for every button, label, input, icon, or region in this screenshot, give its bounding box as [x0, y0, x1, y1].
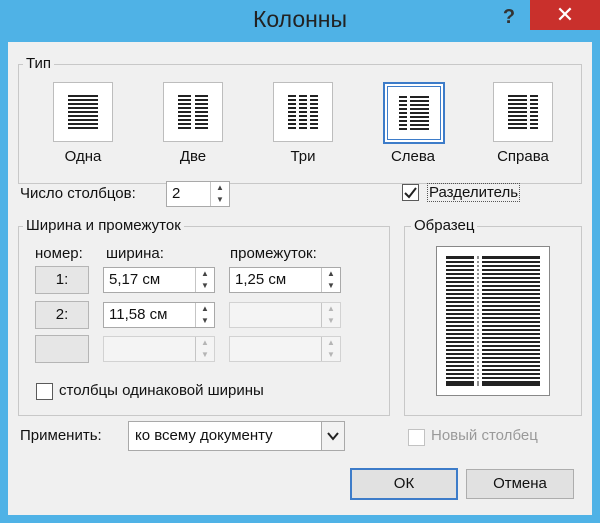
sample-preview [436, 246, 550, 396]
num-columns-spinner[interactable]: 2 ▲ ▼ [166, 181, 230, 207]
left-columns-icon [399, 96, 429, 130]
column-number-2: 2: [35, 301, 89, 329]
spin-down-icon: ▼ [201, 350, 209, 359]
separator-checkbox[interactable] [402, 184, 419, 201]
preset-two-button[interactable] [163, 82, 223, 142]
spacing-3-spinner: ▲ ▼ [229, 336, 341, 362]
apply-value: ко всему документу [135, 427, 273, 444]
separator-label: Разделитель [427, 183, 521, 202]
help-button[interactable]: ? [494, 4, 524, 30]
spin-up-icon: ▲ [327, 304, 335, 313]
spin-up-icon[interactable]: ▲ [196, 268, 214, 280]
num-columns-arrows: ▲ ▼ [210, 182, 229, 206]
spin-up-icon: ▲ [201, 338, 209, 347]
apply-label: Применить: [20, 427, 102, 444]
preset-left-label: Слева [390, 148, 436, 165]
spin-up-icon[interactable]: ▲ [322, 268, 340, 280]
width-1-spinner[interactable]: 5,17 см ▲ ▼ [103, 267, 215, 293]
new-column-checkbox [408, 429, 425, 446]
new-column-label: Новый столбец [431, 427, 538, 444]
preset-three-label: Три [290, 148, 316, 165]
spin-down-icon: ▼ [327, 350, 335, 359]
spin-down-icon[interactable]: ▼ [196, 315, 214, 327]
one-column-icon [68, 95, 98, 129]
columns-dialog: Колонны ? ✕ Тип Одна Две Три Слева Справ… [0, 0, 600, 523]
width-spacing-legend: Ширина и промежуток [23, 217, 184, 234]
two-columns-icon [178, 95, 208, 129]
close-button[interactable]: ✕ [530, 0, 600, 30]
preset-one-label: Одна [64, 148, 102, 165]
dialog-body: Тип Одна Две Три Слева Справа Число стол… [8, 42, 592, 515]
spacing-header: промежуток: [230, 245, 317, 262]
ok-button[interactable]: ОК [350, 468, 458, 500]
type-group-legend: Тип [23, 55, 55, 72]
spacing-2-arrows: ▲ ▼ [321, 303, 340, 327]
spin-down-icon[interactable]: ▼ [211, 194, 229, 206]
sample-preview-icon [446, 256, 541, 386]
equal-width-checkbox[interactable] [36, 383, 53, 400]
width-1-arrows: ▲ ▼ [195, 268, 214, 292]
width-3-arrows: ▲ ▼ [195, 337, 214, 361]
spacing-2-spinner: ▲ ▼ [229, 302, 341, 328]
preset-left-button[interactable] [383, 82, 445, 144]
width-2-spinner[interactable]: 11,58 см ▲ ▼ [103, 302, 215, 328]
spin-up-icon[interactable]: ▲ [196, 303, 214, 315]
spin-up-icon[interactable]: ▲ [211, 182, 229, 194]
column-number-3 [35, 335, 89, 363]
preset-one-button[interactable] [53, 82, 113, 142]
num-columns-value: 2 [172, 185, 181, 202]
column-number-1: 1: [35, 266, 89, 294]
width-2-value: 11,58 см [109, 306, 168, 323]
spacing-1-value: 1,25 см [235, 271, 287, 288]
right-columns-icon [508, 95, 538, 129]
checkmark-icon [404, 187, 417, 199]
equal-width-label: столбцы одинаковой ширины [59, 382, 264, 399]
chevron-down-icon [327, 432, 339, 441]
preset-two-label: Две [179, 148, 207, 165]
dropdown-button[interactable] [321, 422, 344, 450]
width-header: ширина: [106, 245, 164, 262]
width-1-value: 5,17 см [109, 271, 161, 288]
three-columns-icon [288, 95, 318, 129]
spin-down-icon[interactable]: ▼ [196, 280, 214, 292]
sample-legend: Образец [411, 217, 478, 234]
spacing-1-spinner[interactable]: 1,25 см ▲ ▼ [229, 267, 341, 293]
preset-right-label: Справа [497, 148, 549, 165]
num-columns-label: Число столбцов: [20, 185, 136, 202]
preset-three-button[interactable] [273, 82, 333, 142]
spin-down-icon[interactable]: ▼ [322, 280, 340, 292]
width-2-arrows: ▲ ▼ [195, 303, 214, 327]
spacing-3-arrows: ▲ ▼ [321, 337, 340, 361]
spin-up-icon: ▲ [327, 338, 335, 347]
spacing-1-arrows: ▲ ▼ [321, 268, 340, 292]
cancel-button[interactable]: Отмена [466, 469, 574, 499]
number-header: номер: [35, 245, 83, 262]
preset-right-button[interactable] [493, 82, 553, 142]
title-bar[interactable]: Колонны ? ✕ [0, 0, 600, 42]
apply-dropdown[interactable]: ко всему документу [128, 421, 345, 451]
spin-down-icon: ▼ [327, 316, 335, 325]
width-3-spinner: ▲ ▼ [103, 336, 215, 362]
